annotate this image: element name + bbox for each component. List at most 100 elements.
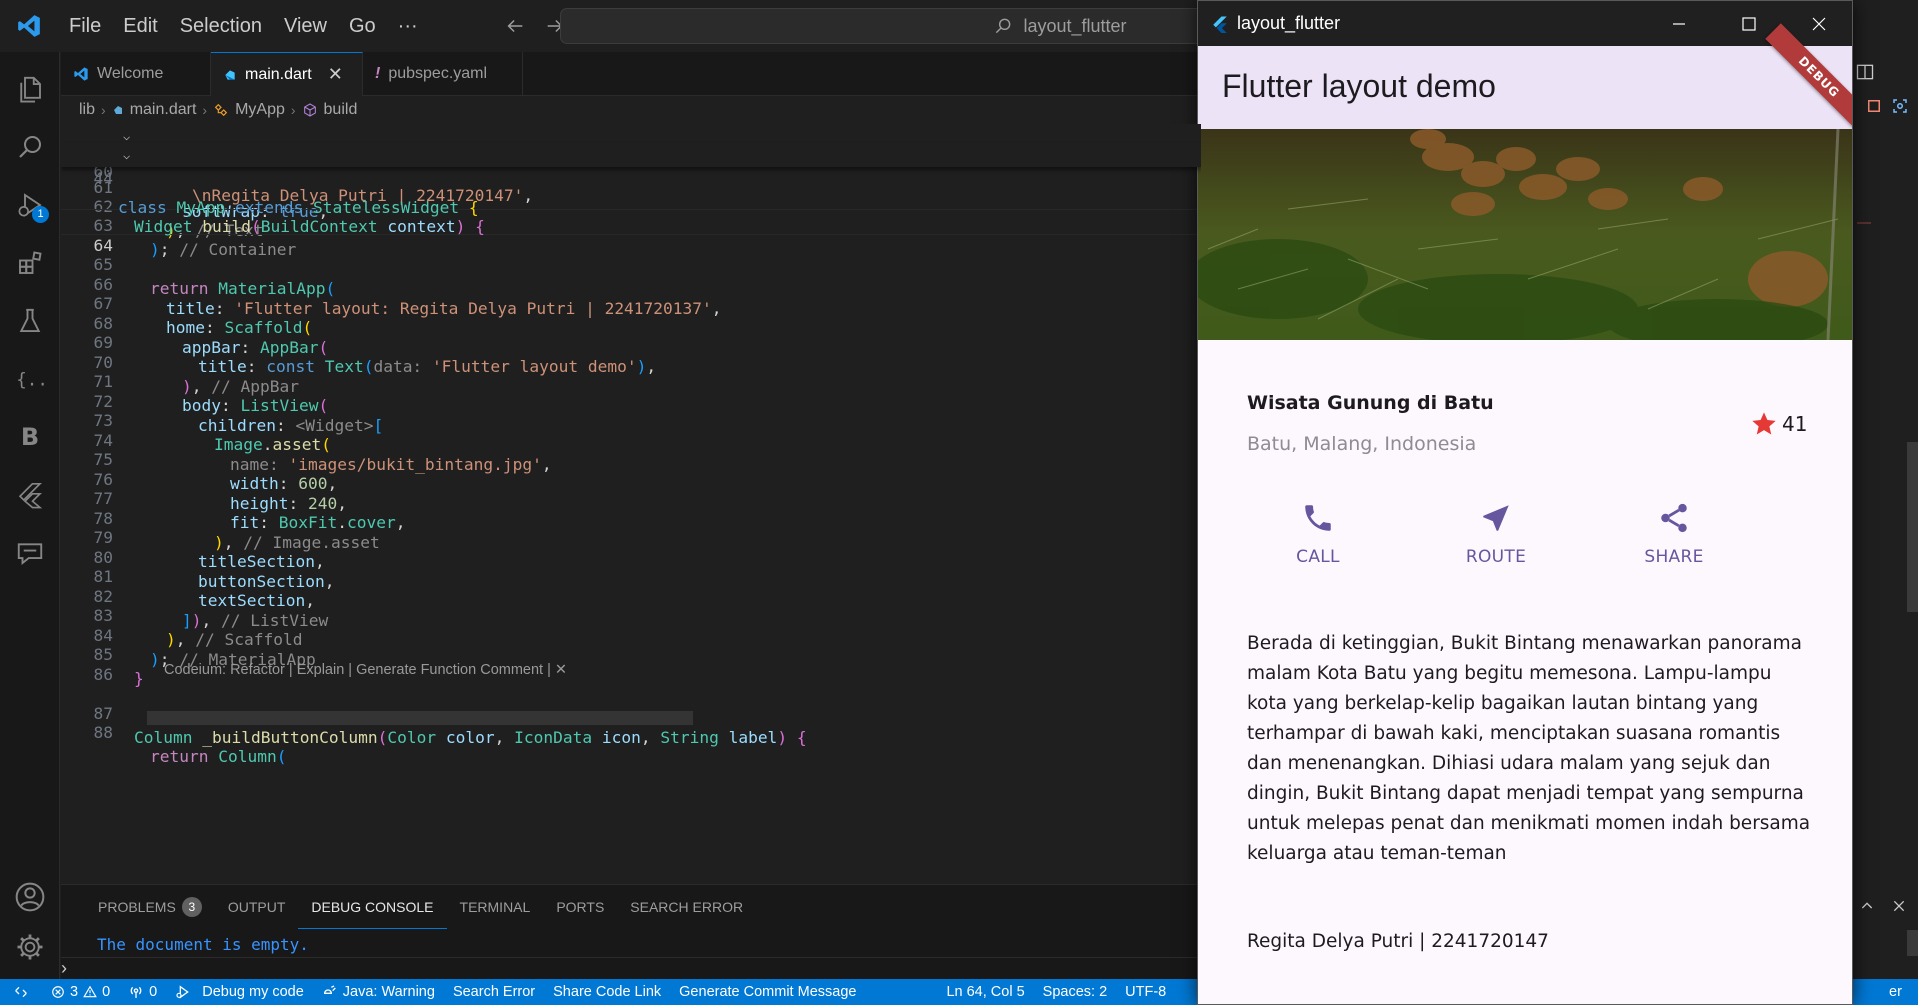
error-icon	[52, 986, 64, 998]
console-input[interactable]: ›	[61, 957, 1201, 980]
code-text: return Column(	[150, 747, 287, 766]
settings-gear-icon[interactable]	[0, 918, 60, 976]
call-button[interactable]: CALL	[1258, 501, 1378, 567]
panel-tab-problems[interactable]: PROBLEMS 3	[85, 885, 215, 929]
yaml-icon: !	[375, 65, 381, 82]
split-editor-icon[interactable]	[1855, 62, 1875, 82]
vscode-logo-icon[interactable]	[0, 0, 58, 52]
flutter-app-window: layout_flutter Flutter layout demo DEBUG	[1197, 0, 1853, 1005]
explorer-icon[interactable]	[0, 60, 60, 118]
svg-text:{..}: {..}	[16, 370, 45, 390]
close-panel-icon[interactable]	[1891, 898, 1907, 914]
json-braces-icon[interactable]: {..}	[0, 350, 60, 408]
share-icon	[1661, 503, 1687, 533]
activity-bar: 1 {..} B	[0, 52, 60, 979]
panel-tab-terminal[interactable]: TERMINAL	[447, 885, 544, 929]
button-section: CALL ROUTE SHARE	[1198, 501, 1852, 591]
horizontal-scrollbar[interactable]	[147, 711, 693, 725]
chevron-up-icon[interactable]	[1859, 898, 1875, 914]
tab-pubspec[interactable]: ! pubspec.yaml	[363, 52, 523, 96]
rating-count: 41	[1782, 412, 1808, 436]
inspect-widget-icon[interactable]	[1891, 97, 1909, 115]
near-me-icon	[1483, 505, 1509, 531]
sticky-line[interactable]: 44 ⌵ Widget build(BuildContext context) …	[61, 143, 1201, 236]
statusbar-right-item[interactable]: er	[1880, 979, 1911, 1005]
method-cube-icon	[303, 103, 316, 117]
route-button[interactable]: ROUTE	[1436, 501, 1556, 567]
stop-icon[interactable]	[1865, 97, 1883, 115]
dart-icon	[225, 69, 235, 80]
landscape-image	[1198, 129, 1852, 340]
tab-welcome[interactable]: Welcome	[61, 52, 211, 96]
minimize-icon[interactable]	[1644, 1, 1714, 46]
flutter-logo-icon	[1213, 16, 1227, 33]
tab-main-dart[interactable]: main.dart ✕	[211, 52, 363, 96]
vertical-scrollbar[interactable]	[1907, 442, 1918, 612]
chevron-down-icon[interactable]: ⌵	[123, 143, 130, 167]
tab-label: pubspec.yaml	[388, 65, 488, 82]
gear-loading-icon	[323, 985, 336, 994]
tab-label: Welcome	[97, 65, 164, 82]
testing-flask-icon[interactable]	[0, 292, 60, 350]
panel-tabs: PROBLEMS 3 OUTPUT DEBUG CONSOLE TERMINAL …	[61, 885, 1201, 929]
extensions-icon[interactable]	[0, 234, 60, 292]
app-bar: Flutter layout demo DEBUG	[1198, 23, 1852, 131]
share-code-link-status[interactable]: Share Code Link	[544, 979, 670, 1005]
menu-more[interactable]: ···	[387, 0, 429, 52]
description-text: Berada di ketinggian, Bukit Bintang mena…	[1247, 633, 1811, 864]
bookmark-b-icon[interactable]: B	[0, 408, 60, 466]
flutter-icon[interactable]	[0, 466, 60, 524]
menu-selection[interactable]: Selection	[169, 0, 273, 52]
chevron-right-icon: ›	[61, 958, 67, 978]
code-editor[interactable]: 5 ⌵ class MyApp extends StatelessWidget …	[61, 124, 1201, 884]
editor-tabs: Welcome main.dart ✕ ! pubspec.yaml	[61, 52, 1201, 96]
title-section: Wisata Gunung di Batu Batu, Malang, Indo…	[1198, 340, 1852, 470]
vscode-logo-icon	[74, 67, 88, 81]
window-title-bar[interactable]: layout_flutter	[1198, 1, 1852, 46]
breadcrumb-method[interactable]: build	[324, 101, 358, 119]
ports-status[interactable]: 0	[119, 979, 166, 1005]
breadcrumb-file[interactable]: main.dart	[130, 101, 197, 119]
search-error-status[interactable]: Search Error	[444, 979, 544, 1005]
menu-file[interactable]: File	[58, 0, 112, 52]
indentation-status[interactable]: Spaces: 2	[1034, 979, 1117, 1005]
panel-tab-search-error[interactable]: SEARCH ERROR	[617, 885, 756, 929]
panel-tab-debug-console[interactable]: DEBUG CONSOLE	[298, 885, 447, 929]
menu-go[interactable]: Go	[338, 0, 387, 52]
panel-tab-ports[interactable]: PORTS	[543, 885, 617, 929]
debug-badge: 1	[32, 206, 49, 223]
close-tab-icon[interactable]: ✕	[328, 64, 343, 85]
place-location: Batu, Malang, Indonesia	[1247, 433, 1477, 455]
debug-run-icon	[176, 985, 190, 999]
dart-icon	[113, 106, 122, 114]
back-arrow-icon[interactable]	[495, 6, 535, 46]
panel-tab-output[interactable]: OUTPUT	[215, 885, 299, 929]
breadcrumb: lib › main.dart › MyApp › build	[61, 96, 1201, 124]
chat-icon[interactable]	[0, 524, 60, 582]
remote-icon	[15, 986, 27, 998]
breadcrumb-class[interactable]: MyApp	[235, 101, 285, 119]
generate-commit-status[interactable]: Generate Commit Message	[670, 979, 865, 1005]
warning-icon	[83, 985, 97, 998]
minimap-marker	[1857, 222, 1871, 224]
debug-my-code-status[interactable]: Debug my code	[166, 979, 313, 1005]
chevron-right-icon: ›	[101, 102, 106, 118]
menu-edit[interactable]: Edit	[112, 0, 168, 52]
run-debug-icon[interactable]: 1	[0, 176, 60, 234]
editor-right-edge	[1855, 52, 1918, 979]
breadcrumb-lib[interactable]: lib	[79, 101, 95, 119]
menu-view[interactable]: View	[273, 0, 338, 52]
java-status[interactable]: Java: Warning	[313, 979, 444, 1005]
chevron-right-icon: ›	[202, 102, 208, 118]
problems-status[interactable]: 3 0	[42, 979, 119, 1005]
share-button[interactable]: SHARE	[1614, 501, 1734, 567]
encoding-status[interactable]: UTF-8	[1116, 979, 1175, 1005]
rating: 41	[1750, 410, 1807, 438]
remote-indicator[interactable]	[0, 979, 42, 1005]
console-message: The document is empty.	[97, 935, 309, 954]
search-icon[interactable]	[0, 118, 60, 176]
panel-scrollbar[interactable]	[1907, 930, 1918, 956]
problems-badge: 3	[181, 897, 202, 917]
broadcast-icon	[130, 986, 142, 998]
cursor-position[interactable]: Ln 64, Col 5	[937, 979, 1033, 1005]
